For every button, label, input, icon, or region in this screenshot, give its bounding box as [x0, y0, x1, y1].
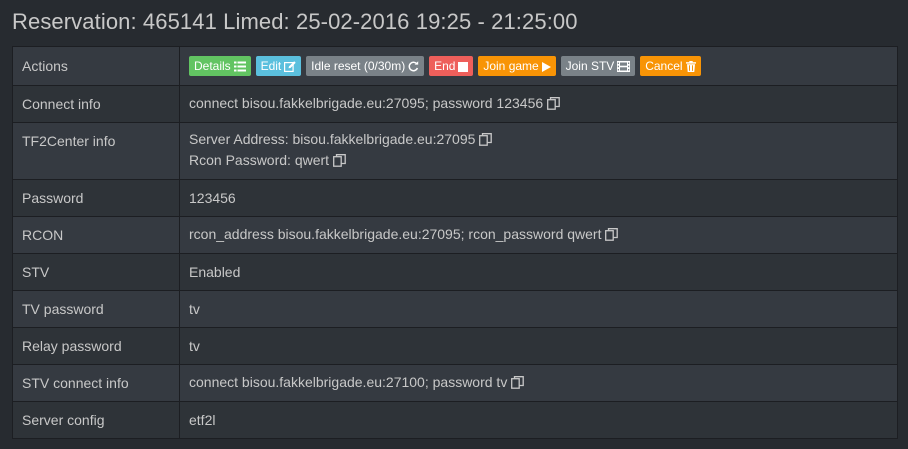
actions-cell: Details Edit Idle reset (0/30m) End Join…: [179, 46, 898, 86]
end-button[interactable]: End: [429, 56, 474, 78]
table-row-relay-password: Relay password tv: [12, 327, 898, 365]
table-row-server-config: Server config etf2l: [12, 401, 898, 439]
copy-icon[interactable]: [511, 375, 525, 394]
copy-icon[interactable]: [547, 96, 561, 115]
page-title: Reservation: 465141 Limed: 25-02-2016 19…: [12, 9, 578, 34]
row-key: RCON: [12, 216, 180, 254]
details-button-label: Details: [194, 59, 231, 74]
refresh-icon: [408, 58, 419, 78]
row-key: Password: [12, 179, 180, 217]
cancel-button[interactable]: Cancel: [640, 56, 701, 78]
row-key: Actions: [12, 46, 180, 86]
rcon-password-line: Rcon Password: qwert: [189, 151, 888, 172]
row-key: STV connect info: [12, 364, 180, 402]
row-value: Enabled: [179, 253, 898, 291]
copy-icon[interactable]: [333, 153, 346, 172]
reservation-page: Reservation: 465141 Limed: 25-02-2016 19…: [0, 0, 908, 449]
copy-icon[interactable]: [605, 227, 619, 246]
idle-reset-button[interactable]: Idle reset (0/30m): [306, 56, 425, 78]
stop-icon: [458, 58, 469, 78]
edit-button[interactable]: Edit: [255, 56, 302, 78]
copy-icon[interactable]: [479, 132, 493, 151]
idle-reset-button-label: Idle reset (0/30m): [311, 59, 406, 74]
play-icon: [541, 58, 551, 78]
server-address-line: Server Address: bisou.fakkelbrigade.eu:2…: [189, 130, 888, 151]
connect-info-value: connect bisou.fakkelbrigade.eu:27095; pa…: [189, 94, 544, 111]
row-key: STV: [12, 253, 180, 291]
details-button[interactable]: Details: [189, 56, 251, 78]
end-button-label: End: [434, 59, 456, 74]
row-value: tv: [179, 327, 898, 365]
row-key: TV password: [12, 290, 180, 328]
rcon-password-value: Rcon Password: qwert: [189, 152, 330, 168]
table-row-tf2center-info: TF2Center info Server Address: bisou.fak…: [12, 122, 898, 180]
table-row-stv-connect-info: STV connect info connect bisou.fakkelbri…: [12, 364, 898, 402]
film-icon: [617, 58, 631, 78]
trash-icon: [685, 58, 696, 78]
reservation-table: Actions Details Edit Idle reset (0/30m) …: [12, 46, 898, 439]
row-key: Relay password: [12, 327, 180, 365]
server-address-value: Server Address: bisou.fakkelbrigade.eu:2…: [189, 131, 476, 147]
table-row-stv: STV Enabled: [12, 253, 898, 291]
join-stv-button-label: Join STV: [565, 59, 615, 74]
edit-icon: [284, 58, 296, 78]
row-key: Connect info: [12, 85, 180, 123]
row-key: TF2Center info: [12, 122, 180, 180]
join-game-button[interactable]: Join game: [478, 56, 556, 78]
stv-connect-info-value: connect bisou.fakkelbrigade.eu:27100; pa…: [189, 373, 508, 390]
join-game-button-label: Join game: [483, 59, 539, 74]
row-value: Server Address: bisou.fakkelbrigade.eu:2…: [179, 122, 898, 180]
table-row-actions: Actions Details Edit Idle reset (0/30m) …: [12, 46, 898, 86]
table-row-rcon: RCON rcon_address bisou.fakkelbrigade.eu…: [12, 216, 898, 254]
table-row-connect-info: Connect info connect bisou.fakkelbrigade…: [12, 85, 898, 123]
edit-button-label: Edit: [260, 59, 282, 74]
row-value: connect bisou.fakkelbrigade.eu:27095; pa…: [179, 85, 898, 123]
row-value: tv: [179, 290, 898, 328]
table-row-tv-password: TV password tv: [12, 290, 898, 328]
rcon-value: rcon_address bisou.fakkelbrigade.eu:2709…: [189, 225, 602, 242]
row-value: 123456: [179, 179, 898, 217]
row-value: rcon_address bisou.fakkelbrigade.eu:2709…: [179, 216, 898, 254]
table-row-password: Password 123456: [12, 179, 898, 217]
list-icon: [233, 58, 246, 78]
row-value: etf2l: [179, 401, 898, 439]
row-value: connect bisou.fakkelbrigade.eu:27100; pa…: [179, 364, 898, 402]
join-stv-button[interactable]: Join STV: [560, 56, 636, 78]
cancel-button-label: Cancel: [645, 59, 683, 74]
row-key: Server config: [12, 401, 180, 439]
